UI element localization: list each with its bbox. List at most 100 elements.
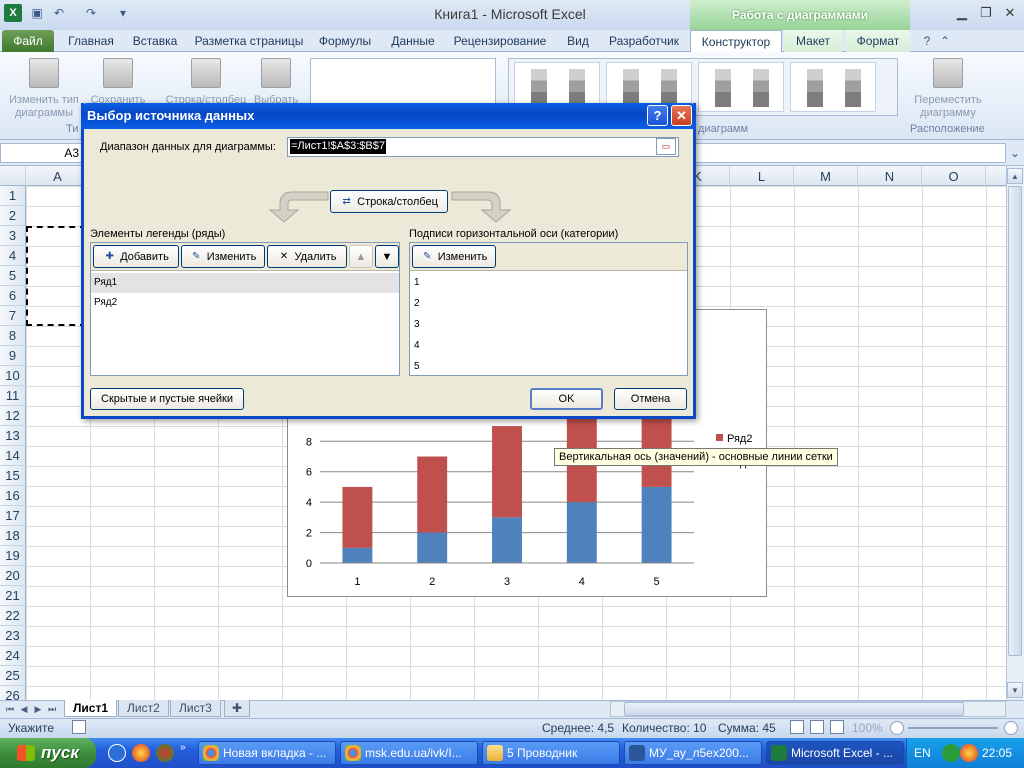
language-indicator[interactable]: EN bbox=[914, 746, 931, 760]
category-item[interactable]: 1 bbox=[410, 272, 687, 293]
zoom-out-icon[interactable] bbox=[890, 721, 904, 735]
scroll-up-icon[interactable]: ▲ bbox=[1007, 168, 1023, 184]
row-header[interactable]: 21 bbox=[0, 586, 26, 606]
sheet-tab-3[interactable]: Лист3 bbox=[170, 700, 221, 717]
x-tick-label[interactable]: 1 bbox=[354, 576, 360, 588]
row-header[interactable]: 18 bbox=[0, 526, 26, 546]
tray-app-icon[interactable] bbox=[960, 744, 978, 762]
series-item[interactable]: Ряд1 bbox=[91, 273, 399, 293]
vertical-scroll-thumb[interactable] bbox=[1008, 186, 1022, 656]
legend-label[interactable]: Ряд2 bbox=[727, 433, 752, 445]
row-header[interactable]: 2 bbox=[0, 206, 26, 226]
bar-Ряд1[interactable] bbox=[342, 547, 373, 563]
row-header[interactable]: 6 bbox=[0, 286, 26, 306]
select-data-ribbon-button[interactable]: Выбрать bbox=[248, 58, 304, 107]
save-template-button[interactable]: Сохранить bbox=[88, 58, 148, 107]
bar-Ряд1[interactable] bbox=[566, 502, 597, 563]
move-chart-button[interactable]: Переместить диаграмму bbox=[908, 58, 988, 120]
taskbar-item-explorer[interactable]: 5 Проводник bbox=[482, 741, 620, 765]
excel-app-icon[interactable]: X bbox=[4, 4, 22, 22]
row-header[interactable]: 24 bbox=[0, 646, 26, 666]
horizontal-scroll-thumb[interactable] bbox=[624, 702, 964, 716]
redo-icon[interactable]: ↷ bbox=[82, 4, 100, 22]
row-header[interactable]: 22 bbox=[0, 606, 26, 626]
column-header[interactable]: O bbox=[922, 166, 986, 186]
switch-row-column-ribbon-button[interactable]: Строка/столбец bbox=[160, 58, 252, 107]
tab-page-layout[interactable]: Разметка страницы bbox=[190, 30, 308, 52]
tray-network-icon[interactable] bbox=[942, 744, 960, 762]
range-value[interactable]: =Лист1!$A$3:$B$7 bbox=[290, 139, 386, 154]
close-window-icon[interactable]: ✕ bbox=[998, 2, 1022, 24]
row-header[interactable]: 10 bbox=[0, 366, 26, 386]
edit-axis-labels-button[interactable]: ✎ Изменить bbox=[412, 245, 496, 268]
insert-sheet-icon[interactable]: ✚ bbox=[224, 700, 250, 717]
row-header[interactable]: 16 bbox=[0, 486, 26, 506]
delete-series-button[interactable]: ✕ Удалить bbox=[267, 245, 347, 268]
sheet-tab-1[interactable]: Лист1 bbox=[64, 700, 118, 717]
y-tick-label[interactable]: 8 bbox=[306, 436, 312, 448]
minimize-icon[interactable]: ▁ bbox=[950, 2, 974, 24]
bar-Ряд2[interactable] bbox=[342, 486, 373, 548]
start-button[interactable]: пуск bbox=[0, 738, 96, 768]
y-tick-label[interactable]: 4 bbox=[306, 497, 312, 509]
chart-style-4[interactable] bbox=[790, 62, 876, 112]
bar-Ряд1[interactable] bbox=[641, 486, 672, 563]
zoom-in-icon[interactable] bbox=[1004, 721, 1018, 735]
tab-design[interactable]: Конструктор bbox=[690, 30, 782, 52]
x-tick-label[interactable]: 4 bbox=[579, 576, 585, 588]
normal-view-icon[interactable] bbox=[790, 720, 804, 734]
tab-insert[interactable]: Вставка bbox=[126, 30, 184, 52]
x-tick-label[interactable]: 3 bbox=[504, 576, 510, 588]
tab-layout[interactable]: Макет bbox=[784, 30, 842, 52]
row-header[interactable]: 3 bbox=[0, 226, 26, 246]
add-series-button[interactable]: ✚ Добавить bbox=[93, 245, 179, 268]
collapse-range-icon[interactable]: ▭ bbox=[656, 138, 676, 155]
page-break-view-icon[interactable] bbox=[830, 720, 844, 734]
category-item[interactable]: 4 bbox=[410, 335, 687, 356]
quicklaunch-firefox-icon[interactable] bbox=[132, 744, 150, 762]
bar-Ряд2[interactable] bbox=[492, 426, 522, 518]
cancel-button[interactable]: Отмена bbox=[614, 388, 687, 410]
taskbar-item-word[interactable]: МУ_ау_л5ex200... bbox=[624, 741, 762, 765]
restore-icon[interactable]: ❐ bbox=[974, 2, 998, 24]
move-up-icon[interactable]: ▲ bbox=[349, 245, 373, 268]
scroll-down-icon[interactable]: ▼ bbox=[1007, 682, 1023, 698]
row-header[interactable]: 5 bbox=[0, 266, 26, 286]
macro-record-icon[interactable] bbox=[72, 720, 86, 734]
quicklaunch-more-icon[interactable]: » bbox=[180, 742, 186, 753]
switch-row-column-button[interactable]: ⇄ Строка/столбец bbox=[330, 190, 448, 213]
hidden-empty-cells-button[interactable]: Скрытые и пустые ячейки bbox=[90, 388, 244, 410]
row-header[interactable]: 8 bbox=[0, 326, 26, 346]
bar-Ряд1[interactable] bbox=[417, 532, 448, 563]
dialog-close-icon[interactable]: ✕ bbox=[671, 105, 692, 126]
save-icon[interactable]: ▣ bbox=[28, 4, 46, 22]
series-list[interactable]: ✚ Добавить ✎ Изменить ✕ Удалить ▲ ▼ Ряд1… bbox=[90, 242, 400, 376]
zoom-level[interactable]: 100% bbox=[852, 721, 883, 735]
customize-qat-icon[interactable]: ▾ bbox=[114, 4, 132, 22]
row-header[interactable]: 25 bbox=[0, 666, 26, 686]
tab-data[interactable]: Данные bbox=[384, 30, 442, 52]
ok-button[interactable]: OK bbox=[530, 388, 603, 410]
bar-Ряд2[interactable] bbox=[417, 456, 448, 533]
row-header[interactable]: 17 bbox=[0, 506, 26, 526]
row-header[interactable]: 11 bbox=[0, 386, 26, 406]
taskbar-item-chrome-newtab[interactable]: Новая вкладка - ... bbox=[198, 741, 336, 765]
page-layout-view-icon[interactable] bbox=[810, 720, 824, 734]
sheet-tab-2[interactable]: Лист2 bbox=[118, 700, 169, 717]
ribbon-minimize-icon[interactable]: ⌃ bbox=[936, 32, 954, 50]
taskbar-item-excel[interactable]: Microsoft Excel - ... bbox=[766, 741, 904, 765]
last-sheet-icon[interactable]: ⏭ bbox=[46, 702, 58, 716]
category-item[interactable]: 3 bbox=[410, 314, 687, 335]
x-tick-label[interactable]: 5 bbox=[654, 576, 660, 588]
zoom-slider[interactable] bbox=[908, 727, 998, 729]
formula-input[interactable] bbox=[690, 143, 1006, 163]
y-tick-label[interactable]: 2 bbox=[306, 528, 312, 540]
row-header[interactable]: 26 bbox=[0, 686, 26, 700]
column-header[interactable]: L bbox=[730, 166, 794, 186]
column-header[interactable]: M bbox=[794, 166, 858, 186]
category-item[interactable]: 5 bbox=[410, 356, 687, 377]
column-header[interactable]: N bbox=[858, 166, 922, 186]
undo-icon[interactable]: ↶ bbox=[50, 4, 68, 22]
first-sheet-icon[interactable]: ⏮ bbox=[4, 702, 16, 716]
x-tick-label[interactable]: 2 bbox=[429, 576, 435, 588]
